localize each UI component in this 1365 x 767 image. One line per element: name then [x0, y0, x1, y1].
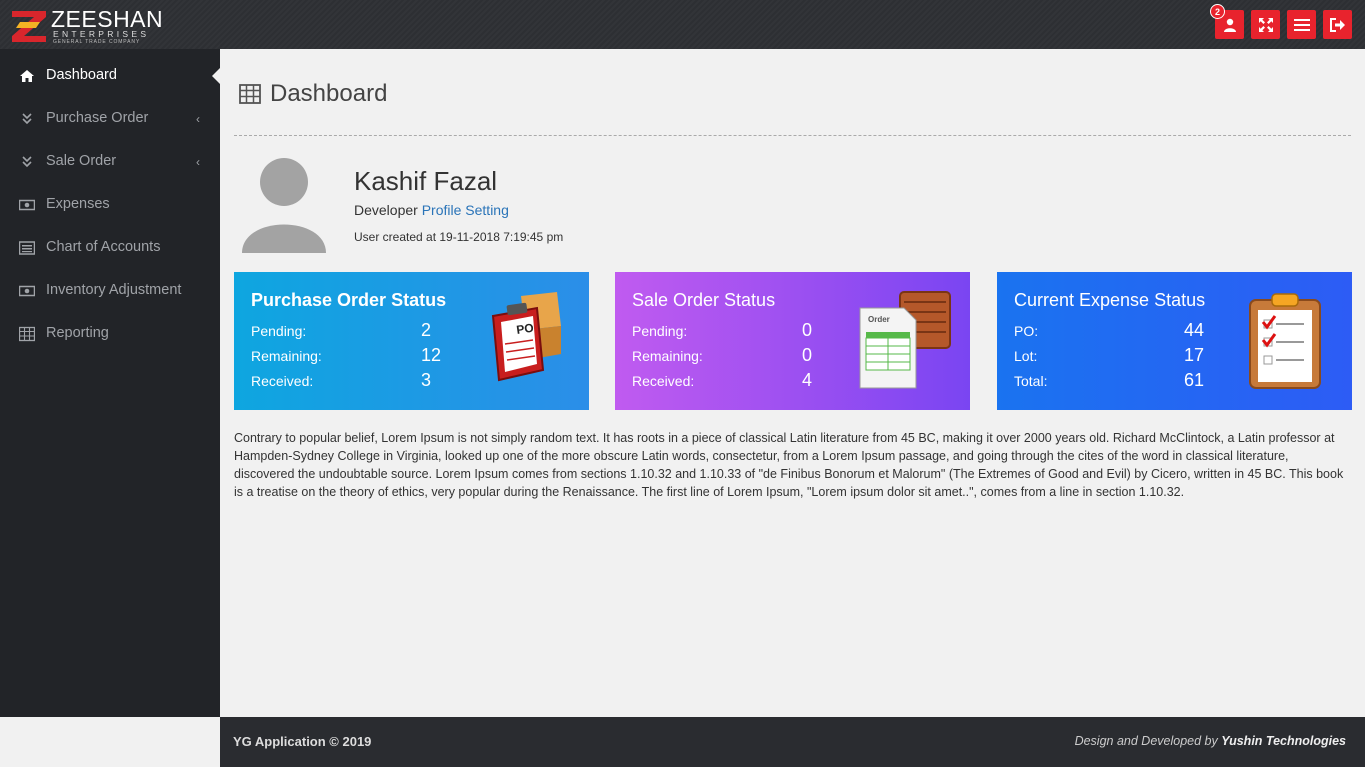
brand-logo[interactable]: ZEESHAN ENTERPRISES GENERAL TRADE COMPAN… — [10, 6, 163, 46]
card-row-remaining: Remaining: 12 — [251, 345, 442, 365]
brand-line2: ENTERPRISES — [53, 29, 150, 39]
user-button[interactable]: 2 — [1210, 4, 1244, 39]
sidebar-item-dashboard[interactable]: Dashboard — [0, 55, 220, 98]
money-icon — [19, 285, 35, 297]
brand-name: ZEESHAN — [51, 6, 164, 32]
sidebar-item-label: Sale Order — [46, 153, 117, 169]
sidebar-item-purchase-order[interactable]: Purchase Order ‹ — [0, 98, 220, 141]
purchase-order-status-card[interactable]: Purchase Order Status Pending: 2 Remainin… — [234, 272, 589, 410]
money-icon — [19, 199, 35, 211]
double-chevron-down-icon — [22, 113, 32, 125]
card-title: Current Expense Status — [1014, 290, 1206, 310]
sidebar-item-sale-order[interactable]: Sale Order ‹ — [0, 141, 220, 184]
double-chevron-down-icon — [22, 156, 32, 168]
sidebar-item-label: Chart of Accounts — [46, 239, 161, 255]
body-text: Contrary to popular belief, Lorem Ipsum … — [234, 431, 1344, 499]
current-expense-status-card[interactable]: Current Expense Status PO: 44 Lot: 17 Tota… — [997, 272, 1352, 410]
card-row-pending: Pending: 2 — [251, 320, 432, 340]
sidebar-item-label: Purchase Order — [46, 110, 149, 126]
card-row-total: Total: 61 — [1014, 370, 1205, 390]
card-row-po: PO: 44 — [1014, 320, 1205, 340]
brand-line3: GENERAL TRADE COMPANY — [53, 39, 141, 45]
sidebar: Dashboard Purchase Order ‹ Sale Order ‹ … — [0, 49, 220, 717]
card-row-pending: Pending: 0 — [632, 320, 813, 340]
card-title: Sale Order Status — [632, 290, 776, 310]
footer-credits: Design and Developed by Yushin Technolog… — [1075, 734, 1346, 748]
sidebar-item-expenses[interactable]: Expenses — [0, 184, 220, 227]
menu-button[interactable] — [1287, 10, 1316, 39]
sidebar-item-label: Inventory Adjustment — [46, 282, 182, 298]
table-icon — [19, 326, 35, 342]
card-row-remaining: Remaining: 0 — [632, 345, 813, 365]
sidebar-item-label: Dashboard — [46, 67, 117, 83]
chevron-left-icon: ‹ — [196, 155, 200, 169]
profile-setting-link[interactable]: Profile Setting — [422, 202, 509, 218]
menu-icon — [1293, 18, 1310, 31]
logo-mark-icon — [12, 11, 46, 42]
sidebar-item-label: Expenses — [46, 196, 110, 212]
sidebar-item-reporting[interactable]: Reporting — [0, 313, 220, 356]
order-label: Order — [868, 315, 890, 324]
logout-button[interactable] — [1323, 10, 1352, 39]
title-divider — [234, 135, 1351, 136]
clipboard-icon — [1249, 293, 1321, 389]
sale-order-status-card[interactable]: Sale Order Status Pending: 0 Remaining: 0 … — [615, 272, 970, 410]
top-bar: ZEESHAN ENTERPRISES GENERAL TRADE COMPAN… — [0, 0, 1365, 49]
sale-order-icon: Order — [859, 291, 951, 389]
footer-credits-prefix: Design and Developed by — [1074, 734, 1218, 748]
fullscreen-button[interactable] — [1251, 10, 1280, 39]
user-role: Developer — [354, 202, 418, 218]
chevron-left-icon: ‹ — [196, 112, 200, 126]
po-label: PO — [515, 321, 534, 337]
main-content: Dashboard Kashif Fazal Developer Profile… — [220, 49, 1365, 717]
card-row-received: Received: 4 — [632, 370, 813, 390]
footer-company: Yushin Technologies — [1221, 734, 1346, 748]
footer-copyright: YG Application © 2019 — [233, 734, 372, 749]
user-created: User created at 19-11-2018 7:19:45 pm — [354, 230, 564, 244]
logout-icon — [1329, 17, 1345, 32]
sidebar-item-label: Reporting — [46, 325, 109, 341]
list-icon — [19, 241, 35, 255]
user-name: Kashif Fazal — [354, 166, 498, 196]
purchase-order-icon: PO — [491, 292, 561, 382]
active-indicator — [212, 68, 220, 84]
avatar — [242, 158, 326, 253]
card-row-received: Received: 3 — [251, 370, 432, 390]
footer: YG Application © 2019 Design and Develop… — [220, 717, 1365, 767]
user-role-line: Developer Profile Setting — [354, 202, 509, 218]
card-title: Purchase Order Status — [251, 290, 447, 310]
sidebar-item-inventory-adjustment[interactable]: Inventory Adjustment — [0, 270, 220, 313]
card-row-lot: Lot: 17 — [1014, 345, 1205, 365]
table-icon — [239, 84, 261, 104]
user-icon — [1223, 18, 1236, 32]
page-title: Dashboard — [270, 80, 388, 107]
fullscreen-icon — [1258, 17, 1273, 32]
notification-badge: 2 — [1210, 4, 1225, 19]
home-icon — [20, 70, 34, 82]
sidebar-item-chart-of-accounts[interactable]: Chart of Accounts — [0, 227, 220, 270]
